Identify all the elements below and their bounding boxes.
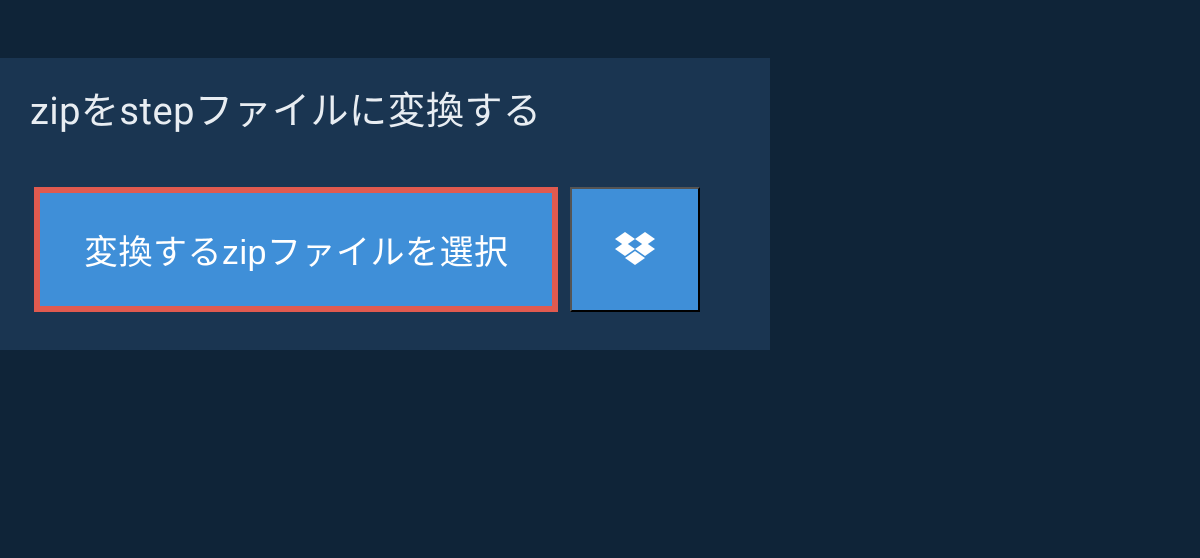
select-file-button[interactable]: 変換するzipファイルを選択 — [34, 187, 558, 312]
page-title: zipをstepファイルに変換する — [30, 80, 541, 135]
dropbox-icon — [615, 232, 655, 268]
button-row: 変換するzipファイルを選択 — [34, 187, 770, 312]
heading-wrap: zipをstepファイルに変換する — [0, 58, 577, 157]
converter-panel: zipをstepファイルに変換する 変換するzipファイルを選択 — [0, 58, 770, 350]
dropbox-button[interactable] — [570, 187, 700, 312]
